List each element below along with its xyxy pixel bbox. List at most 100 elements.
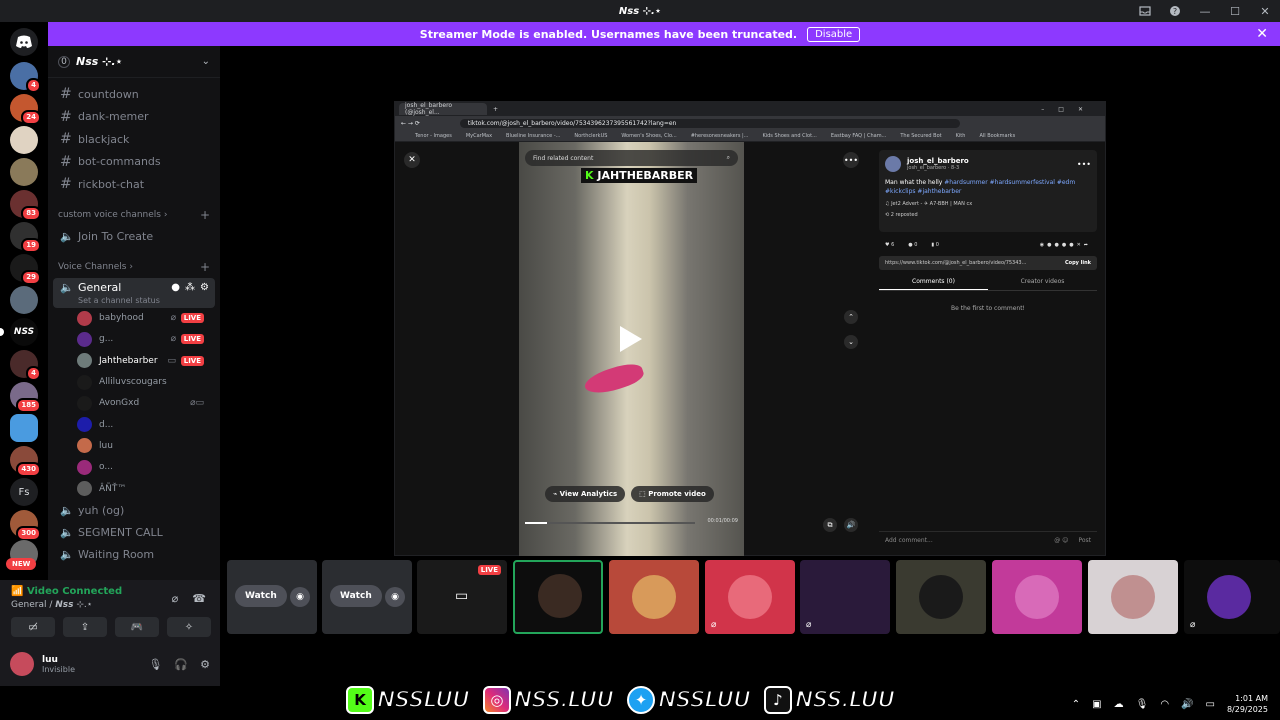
chat-icon[interactable]: ●: [171, 282, 180, 293]
video-tile-speaking[interactable]: [513, 560, 603, 634]
copy-link-button[interactable]: Copy link: [1065, 260, 1091, 266]
video-tile[interactable]: [896, 560, 986, 634]
text-channel[interactable]: # dank-memer: [48, 106, 220, 129]
chevron-up-icon[interactable]: ⌃: [844, 310, 858, 324]
voice-member[interactable]: ÂÑŤ™: [48, 478, 220, 499]
user-panel[interactable]: luu Invisible 🎙 🎧 ⚙: [10, 652, 210, 676]
preview-icon[interactable]: ◉: [385, 587, 405, 607]
server-icon[interactable]: 24: [10, 94, 41, 125]
discord-home-button[interactable]: [10, 28, 38, 56]
video-tile[interactable]: [609, 560, 699, 634]
disconnect-icon[interactable]: ☎: [192, 592, 206, 605]
voice-channel[interactable]: 🔈 yuh (og): [48, 499, 220, 521]
voice-member[interactable]: g... ⌀ LIVE: [48, 329, 220, 350]
related-search-input[interactable]: Find related content ⌕: [525, 150, 738, 166]
battery-icon[interactable]: ▭: [1206, 699, 1215, 710]
bookmark[interactable]: Women's Shoes, Clo...: [621, 133, 676, 139]
server-icon[interactable]: 4: [10, 350, 41, 381]
server-icon[interactable]: 4: [10, 62, 41, 93]
voice-member[interactable]: Jahthebarber ▭ LIVE: [48, 350, 220, 371]
text-channel[interactable]: # blackjack: [48, 128, 220, 151]
microphone-icon[interactable]: 🎙: [148, 658, 162, 671]
headphones-icon[interactable]: 🎧: [174, 658, 188, 671]
voice-channel-join-to-create[interactable]: 🔈 Join To Create: [48, 226, 220, 248]
screen-share-button[interactable]: ⇪: [63, 617, 107, 637]
close-window-icon[interactable]: ✕: [1250, 0, 1280, 22]
noise-suppression-icon[interactable]: ⌀: [172, 592, 179, 605]
video-tile[interactable]: ⌀: [705, 560, 795, 634]
camera-off-button[interactable]: ▭̸: [11, 617, 55, 637]
pip-icon[interactable]: ⧉: [823, 518, 837, 532]
video-progress[interactable]: [525, 522, 695, 524]
voice-member[interactable]: o...: [48, 457, 220, 478]
server-icon[interactable]: [10, 158, 38, 186]
voice-member[interactable]: babyhood ⌀ LIVE: [48, 308, 220, 329]
close-icon[interactable]: ✕: [404, 152, 420, 168]
bookmark[interactable]: NorthclerkUS: [574, 133, 607, 139]
promote-video-button[interactable]: ⬚ Promote video: [631, 486, 714, 502]
server-icon[interactable]: [10, 126, 38, 154]
more-options-icon[interactable]: •••: [843, 152, 859, 168]
server-icon[interactable]: 83: [10, 190, 41, 221]
video-tile[interactable]: [992, 560, 1082, 634]
tiktok-video[interactable]: Find related content ⌕ K JAHTHEBARBER ⌁ V…: [519, 142, 744, 556]
channel-status[interactable]: Set a channel status: [78, 296, 160, 305]
disable-streamer-mode-button[interactable]: Disable: [807, 26, 861, 42]
server-icon[interactable]: 29: [10, 254, 41, 285]
bookmark[interactable]: Kids Shoes and Clot...: [762, 133, 816, 139]
voice-channel[interactable]: 🔈 Waiting Room: [48, 543, 220, 565]
author-name[interactable]: josh_el_barbero: [907, 157, 969, 165]
help-icon[interactable]: ?: [1160, 0, 1190, 22]
bookmark[interactable]: The Secured Bot: [900, 133, 941, 139]
video-tile[interactable]: ⌀: [800, 560, 890, 634]
soundboard-button[interactable]: ✧: [167, 617, 211, 637]
bookmark[interactable]: MyCarMax: [466, 133, 492, 139]
category-custom-voice[interactable]: custom voice channels › +: [48, 204, 220, 226]
music-info[interactable]: ♫ Jet2 Advert - ✈ A7-BBH | MAN cx: [885, 201, 1091, 207]
stream-tile[interactable]: Watch ◉: [227, 560, 317, 634]
watch-button[interactable]: Watch: [235, 585, 287, 607]
share-url[interactable]: https://www.tiktok.com/@josh_el_barbero/…: [885, 260, 1026, 266]
server-header[interactable]: 0 𝙉𝙨𝙨 ⊹.⋆ ⌄: [48, 46, 220, 78]
volume-icon[interactable]: 🔊: [844, 518, 858, 532]
tab-creator-videos[interactable]: Creator videos: [988, 278, 1097, 290]
mention-emoji-icons[interactable]: @ ☺: [1054, 537, 1068, 544]
add-channel-icon[interactable]: +: [200, 260, 210, 274]
server-icon[interactable]: 300: [10, 510, 41, 541]
voice-member[interactable]: d...: [48, 414, 220, 435]
bookmark[interactable]: Kith: [956, 133, 966, 139]
stream-tile-live[interactable]: LIVE ▭: [417, 560, 507, 634]
server-icon[interactable]: [10, 286, 38, 314]
microphone-icon[interactable]: 🎙: [1136, 699, 1149, 710]
view-analytics-button[interactable]: ⌁ View Analytics: [545, 486, 626, 502]
maximize-icon[interactable]: ☐: [1220, 0, 1250, 22]
volume-icon[interactable]: 🔊: [1181, 699, 1193, 710]
chevron-up-icon[interactable]: ⌃: [1072, 699, 1080, 710]
new-tab-icon[interactable]: +: [493, 106, 498, 113]
nav-icons[interactable]: ← → ⟳: [401, 120, 420, 127]
more-options-icon[interactable]: •••: [1077, 160, 1091, 169]
bookmark[interactable]: #heresonesneakers |...: [691, 133, 749, 139]
minimize-icon[interactable]: —: [1190, 0, 1220, 22]
play-icon[interactable]: [620, 326, 642, 352]
voice-channel-general[interactable]: 🔈 General Set a channel status ● ⁂ ⚙: [53, 277, 215, 308]
server-icon-nss[interactable]: NSS: [0, 318, 38, 346]
voice-channel[interactable]: 🔈 SEGMENT CALL: [48, 521, 220, 543]
like-button[interactable]: ♥ 6: [885, 242, 894, 248]
share-icons[interactable]: ◉●●●●✕➦: [1040, 242, 1091, 248]
bookmark[interactable]: All Bookmarks: [979, 133, 1015, 139]
server-icon[interactable]: [10, 414, 38, 442]
comment-button[interactable]: ● 0: [908, 242, 917, 248]
server-icon-fs[interactable]: Fs: [10, 478, 38, 506]
inbox-icon[interactable]: [1130, 0, 1160, 22]
text-channel[interactable]: # bot-commands: [48, 151, 220, 174]
cloud-icon[interactable]: ☁: [1114, 699, 1124, 710]
browser-tab[interactable]: josh_el_barbero (@josh_el...: [399, 102, 487, 116]
save-button[interactable]: ▮ 0: [931, 242, 939, 248]
bookmark[interactable]: Blueline Insurance -...: [506, 133, 560, 139]
post-button[interactable]: Post: [1078, 537, 1091, 544]
voice-member[interactable]: AvonGxd ⌀▭: [48, 393, 220, 414]
voice-member[interactable]: luu: [48, 435, 220, 456]
bookmark[interactable]: Eastbay FAQ | Cham...: [831, 133, 887, 139]
watch-button[interactable]: Watch: [330, 585, 382, 607]
